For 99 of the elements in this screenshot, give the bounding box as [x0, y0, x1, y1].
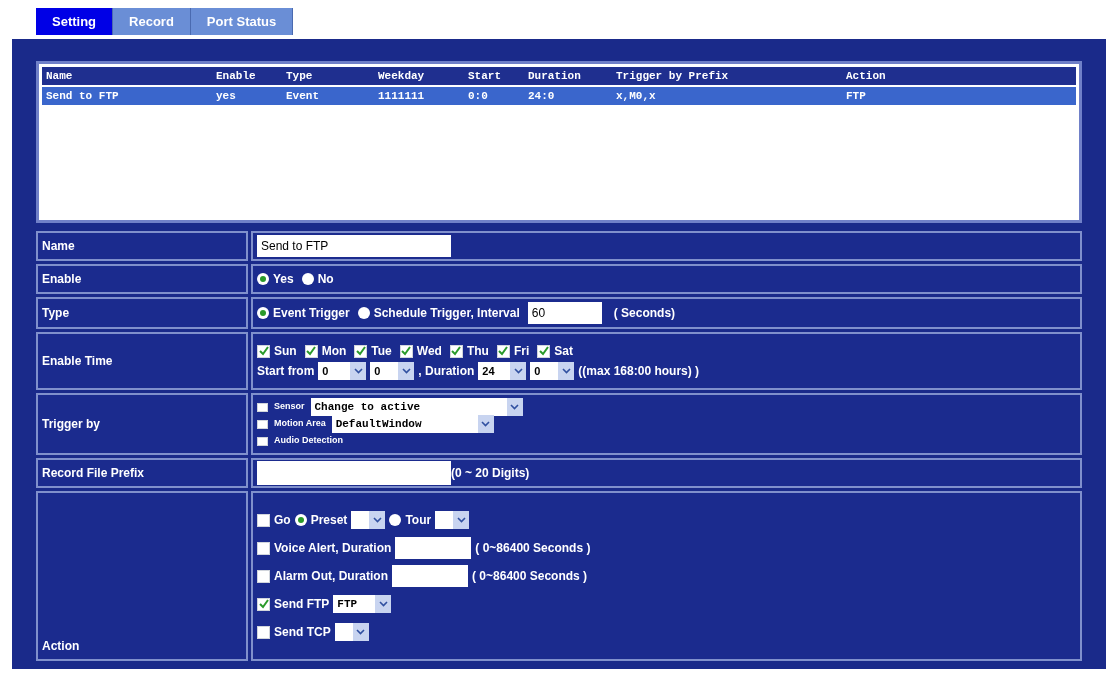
- prefix-input[interactable]: [257, 461, 451, 485]
- caret-icon: [456, 517, 466, 523]
- column-header: Name: [45, 68, 74, 84]
- check-icon: [538, 346, 549, 356]
- field-label-cell: Action: [36, 491, 248, 661]
- check-icon: [401, 346, 412, 356]
- option-label: Motion Area: [274, 417, 326, 431]
- option-label: Schedule Trigger, Interval: [373, 305, 520, 322]
- option-label: Audio Detection: [274, 434, 343, 448]
- dropdown[interactable]: [351, 511, 386, 529]
- event-row[interactable]: Send to FTP yes Event 1111111 0:0 24:0 x,M0,x FTP: [42, 87, 1076, 105]
- option-label: Event Trigger: [273, 305, 350, 322]
- radio-button[interactable]: [301, 273, 314, 285]
- option-label: Wed: [416, 343, 442, 360]
- dropdown[interactable]: DefaultWindow: [331, 415, 494, 433]
- checkbox[interactable]: [257, 569, 270, 583]
- radio-button[interactable]: [257, 273, 269, 285]
- option-label: Yes: [273, 271, 294, 288]
- radio-button[interactable]: [257, 307, 269, 319]
- checkbox[interactable]: [257, 541, 270, 555]
- field-label-cell: Trigger by: [36, 393, 248, 455]
- caret-icon: [401, 368, 411, 374]
- checkbox[interactable]: [257, 402, 268, 412]
- checkbox[interactable]: [257, 513, 270, 527]
- check-icon: [258, 346, 269, 356]
- option-label: Mon: [321, 343, 347, 360]
- option-label: ( 0~86400 Seconds ): [472, 568, 588, 585]
- option-label: , Duration: [418, 363, 475, 380]
- check-icon: [306, 346, 317, 356]
- checkbox[interactable]: [449, 344, 463, 358]
- column-header: Type: [285, 68, 314, 84]
- caret-icon: [353, 368, 363, 374]
- field-label-cell: Record File Prefix: [36, 458, 248, 488]
- tab[interactable]: Setting: [36, 8, 114, 35]
- column-header: Start: [467, 68, 502, 84]
- option-label: Send TCP: [274, 624, 331, 641]
- checkbox[interactable]: [257, 625, 270, 639]
- dropdown[interactable]: 24: [478, 362, 527, 380]
- caret-icon: [513, 368, 523, 374]
- field-label-cell: Name: [36, 231, 248, 261]
- option-label: Sun: [274, 343, 297, 360]
- caret-icon: [510, 404, 519, 410]
- option-label: Voice Alert, Duration: [274, 540, 392, 557]
- dropdown[interactable]: [334, 623, 369, 641]
- radio-button[interactable]: [389, 514, 402, 526]
- column-header: Enable: [215, 68, 257, 84]
- caret-icon: [356, 629, 366, 635]
- checkbox[interactable]: [257, 419, 268, 429]
- option-label: Fri: [513, 343, 530, 360]
- duration-input[interactable]: [395, 537, 472, 559]
- dropdown[interactable]: 0: [318, 362, 367, 380]
- option-label: Send FTP: [274, 596, 330, 613]
- field-label-cell: Type: [36, 297, 248, 329]
- checkbox[interactable]: [537, 344, 551, 358]
- check-icon: [258, 599, 269, 609]
- check-icon: [498, 346, 509, 356]
- radio-button[interactable]: [357, 307, 370, 319]
- checkbox[interactable]: [354, 344, 368, 358]
- checkbox[interactable]: [304, 344, 318, 358]
- check-icon: [355, 346, 366, 356]
- name-input[interactable]: Send to FTP: [257, 235, 451, 257]
- option-label: No: [317, 271, 334, 288]
- interval-input[interactable]: 60: [527, 302, 602, 324]
- column-header: Action: [845, 68, 887, 84]
- duration-input[interactable]: [392, 565, 468, 587]
- column-header: Weekday: [377, 68, 426, 84]
- caret-icon: [372, 517, 382, 523]
- checkbox[interactable]: [257, 344, 270, 358]
- option-label: Go: [274, 512, 291, 529]
- caret-icon: [481, 421, 491, 427]
- option-label: Alarm Out, Duration: [274, 568, 388, 585]
- option-label: Sensor: [274, 400, 305, 414]
- checkbox[interactable]: [257, 436, 268, 446]
- check-icon: [451, 346, 462, 356]
- option-label: (0 ~ 20 Digits): [451, 465, 530, 482]
- field-label-cell: Enable: [36, 264, 248, 294]
- option-label: Tour: [405, 512, 432, 529]
- option-label: Thu: [466, 343, 489, 360]
- option-label: ( 0~86400 Seconds ): [475, 540, 591, 557]
- option-label: Sat: [554, 343, 573, 360]
- option-label: ( Seconds): [613, 305, 676, 322]
- dropdown[interactable]: 0: [530, 362, 575, 380]
- caret-icon: [378, 601, 388, 607]
- dropdown[interactable]: 0: [370, 362, 415, 380]
- dropdown[interactable]: Change to active: [310, 398, 523, 416]
- option-label: Preset: [310, 512, 348, 529]
- checkbox[interactable]: [399, 344, 413, 358]
- column-header: Duration: [527, 68, 582, 84]
- option-label: ((max 168:00 hours) ): [578, 363, 700, 380]
- radio-button[interactable]: [294, 514, 307, 526]
- option-label: Start from: [257, 363, 315, 380]
- field-label-cell: Enable Time: [36, 332, 248, 390]
- caret-icon: [561, 368, 571, 374]
- checkbox[interactable]: [496, 344, 510, 358]
- dropdown[interactable]: FTP: [333, 595, 392, 613]
- option-label: Tue: [371, 343, 392, 360]
- column-header: Trigger by Prefix: [615, 68, 730, 84]
- dropdown[interactable]: [435, 511, 470, 529]
- checkbox[interactable]: [257, 597, 270, 611]
